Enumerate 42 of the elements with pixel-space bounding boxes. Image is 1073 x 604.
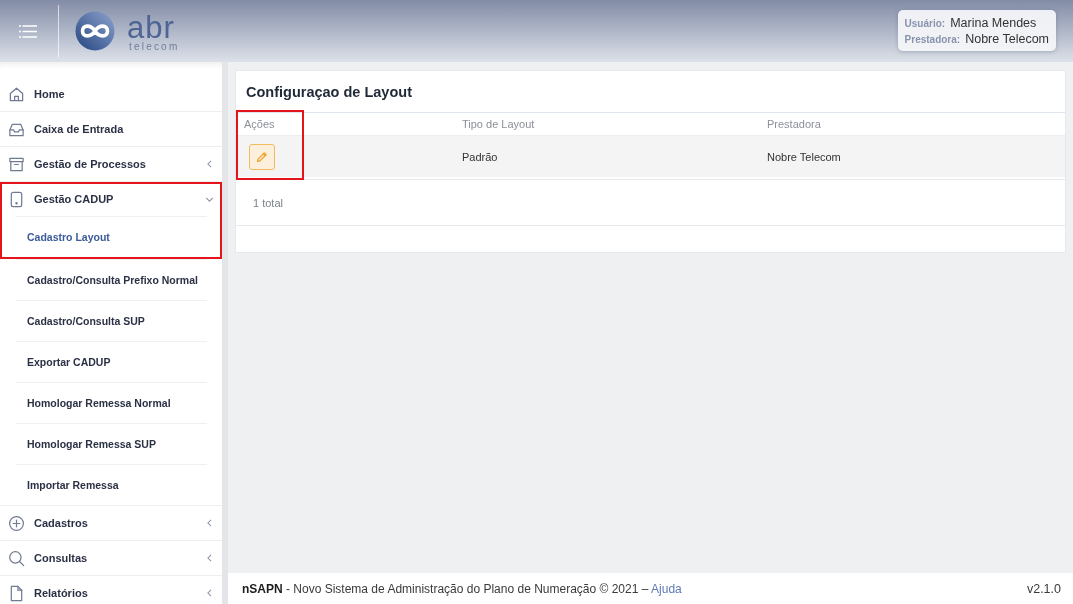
user-name: Marina Mendes	[950, 16, 1037, 30]
scrollbar-track[interactable]	[222, 62, 228, 604]
submenu-item[interactable]: Cadastro Layout	[16, 216, 207, 257]
sidebar-item[interactable]: Relatórios	[0, 576, 222, 604]
menu-icon	[19, 24, 37, 38]
submenu-item[interactable]: Cadastro/Consulta Prefixo Normal	[16, 259, 207, 300]
tablet-icon	[8, 190, 25, 208]
submenu-item[interactable]: Homologar Remessa SUP	[16, 423, 207, 464]
sidebar-item[interactable]: Gestão de Processos	[0, 147, 222, 181]
submenu-item[interactable]: Cadastro/Consulta SUP	[16, 300, 207, 341]
sidebar-item[interactable]: Cadastros	[0, 506, 222, 540]
column-header: Tipo de Layout	[461, 118, 536, 130]
sidebar-item[interactable]: Gestão CADUP	[0, 182, 222, 216]
provider-label: Prestadora:	[904, 34, 961, 45]
table-cell-text: Padrão	[461, 150, 499, 163]
logo-tagline: telecom	[129, 42, 180, 52]
submenu-item[interactable]: Homologar Remessa Normal	[16, 382, 207, 423]
provider-name: Nobre Telecom	[965, 32, 1049, 46]
plus-circle-icon	[8, 514, 25, 532]
page-title: Configuraçao de Layout	[236, 71, 1065, 113]
sidebar-item[interactable]: Caixa de Entrada	[0, 112, 222, 146]
column-header: Prestadora	[766, 118, 822, 130]
home-icon	[8, 85, 25, 103]
edit-button[interactable]	[249, 143, 275, 170]
sidebar-item[interactable]: Consultas	[0, 541, 222, 575]
version-label: v2.1.0	[1026, 581, 1061, 596]
table-cell-text: Nobre Telecom	[766, 150, 842, 163]
search-icon	[8, 549, 25, 567]
help-link[interactable]: Ajuda	[651, 581, 682, 596]
menu-button[interactable]	[19, 24, 37, 38]
submenu-item[interactable]: Importar Remessa	[16, 464, 207, 505]
logo-text: abr	[127, 12, 175, 43]
user-label: Usuário:	[904, 18, 946, 29]
total-count: 1 total	[253, 196, 283, 209]
submenu-item[interactable]: Exportar CADUP	[16, 341, 207, 382]
footer-text: nSAPN - Novo Sistema de Administração do Plano de Numeração © 2021 – Ajuda	[242, 581, 682, 596]
column-header: Ações	[243, 118, 276, 130]
document-icon	[8, 584, 25, 602]
pencil-icon	[256, 150, 268, 163]
archive-icon	[8, 155, 25, 173]
sidebar-item[interactable]: Home	[0, 77, 222, 111]
infinity-logo-icon	[75, 11, 115, 51]
